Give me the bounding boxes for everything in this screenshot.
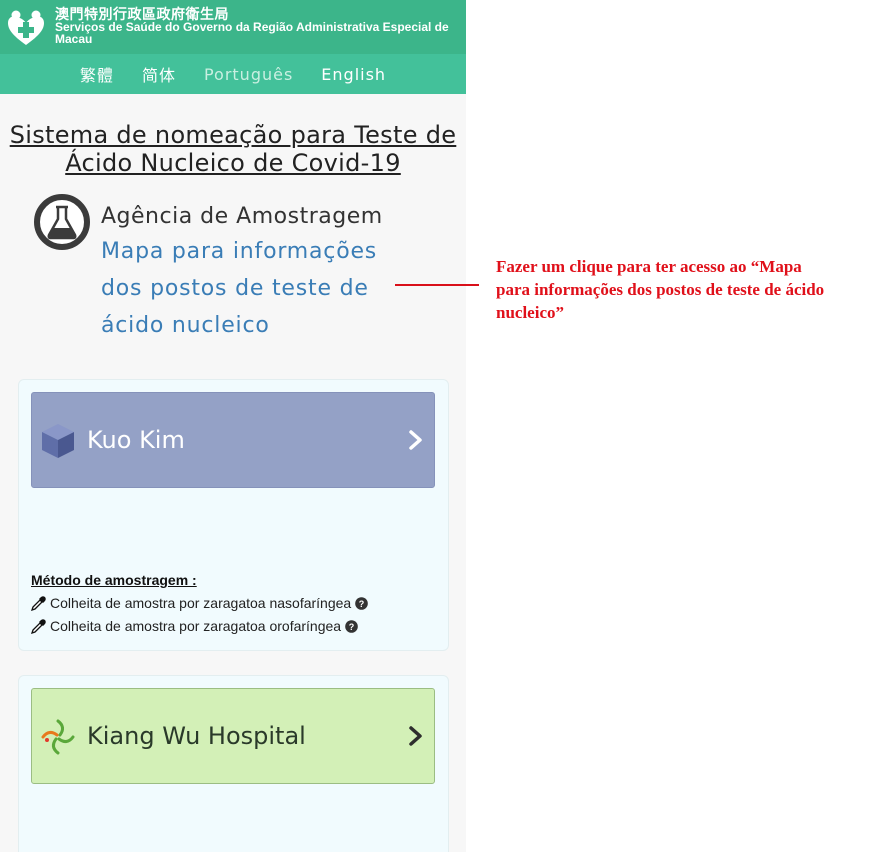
sampling-method-item: Colheita de amostra por zaragatoa nasofa… [31,595,372,611]
question-circle-icon[interactable]: ? [345,619,358,633]
chevron-right-icon [409,726,422,746]
site-button-kuo-kim[interactable]: Kuo Kim [31,392,435,488]
site-name: Kiang Wu Hospital [87,722,306,750]
lang-portuguese[interactable]: Português [204,65,293,84]
header: 澳門特別行政區政府衛生局 Serviços de Saúde do Govern… [0,0,466,54]
agency-label: Agência de Amostragem [101,204,383,229]
site-card-kiang-wu: Kiang Wu Hospital [18,675,449,852]
site-button-kiang-wu[interactable]: Kiang Wu Hospital [31,688,435,784]
sampling-method-text: Colheita de amostra por zaragatoa nasofa… [50,595,352,611]
dropper-icon [31,595,46,611]
cube-icon [42,424,74,458]
page-title: Sistema de nomeação para Teste de Ácido … [9,121,457,177]
site-card-kuo-kim: Kuo Kim Método de amostragem : Colheita … [18,379,449,651]
lang-simplified-chinese[interactable]: 简体 [142,62,176,86]
annotation-text: Fazer um clique para ter acesso ao “Mapa… [496,257,825,322]
annotation-arrow-line [395,284,479,286]
sampling-method-item: Colheita de amostra por zaragatoa orofar… [31,618,362,634]
app-screen: 澳門特別行政區政府衛生局 Serviços de Saúde do Govern… [0,0,466,852]
svg-text:?: ? [359,599,365,609]
site-name: Kuo Kim [87,426,185,454]
lang-english[interactable]: English [321,65,386,84]
chevron-right-icon [409,430,422,450]
question-circle-icon[interactable]: ? [355,596,369,610]
kiang-wu-logo-icon [41,719,75,755]
flask-icon [34,194,90,250]
sampling-method-text: Colheita de amostra por zaragatoa orofar… [50,618,342,634]
sampling-method-title: Método de amostragem : [31,572,197,588]
svg-text:?: ? [349,622,355,632]
map-info-link[interactable]: Mapa para informações dos postos de test… [101,233,421,344]
dropper-icon [31,618,46,634]
org-name-portuguese: Serviços de Saúde do Governo da Região A… [55,20,449,46]
health-bureau-logo-icon [8,10,44,45]
language-bar: 繁體 简体 Português English [0,54,466,94]
lang-traditional-chinese[interactable]: 繁體 [80,62,114,86]
